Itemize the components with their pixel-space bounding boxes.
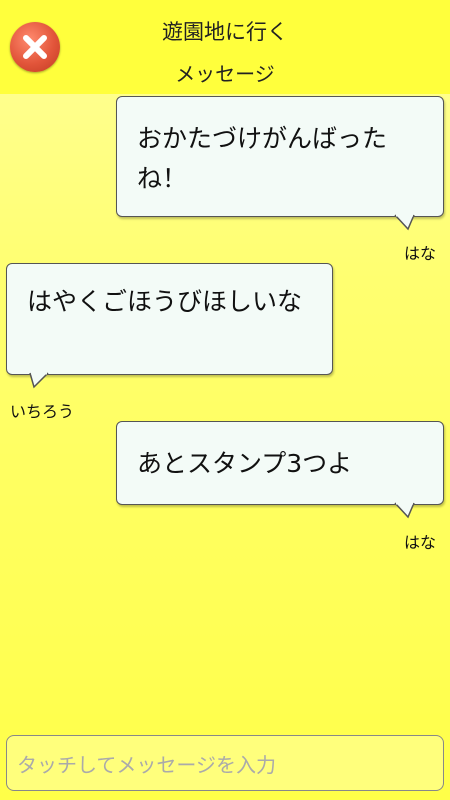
message-bubble[interactable]: あとスタンプ3つよ [116,421,444,505]
bubble-tail [394,502,415,519]
sender-name: いちろう [10,402,75,421]
message-bubble[interactable]: はやくごほうびほしいな [6,263,333,375]
close-button[interactable] [10,22,60,72]
page-subtitle: メッセージ [175,62,275,86]
message-text: あとスタンプ3つよ [137,449,353,478]
message-text: おかたづけがんばったね！ [137,124,388,193]
bubble-tail [394,214,415,231]
page-title: 遊園地に行く [162,20,288,44]
sender-name: はな [404,533,437,552]
close-icon [23,35,47,59]
message-input[interactable]: タッチしてメッセージを入力 [6,735,444,791]
message-text: はやくごほうびほしいな [27,287,303,316]
message-bubble[interactable]: おかたづけがんばったね！ [116,96,444,217]
bubble-tail [29,372,49,389]
header-bar: 遊園地に行く メッセージ [0,0,450,94]
input-placeholder: タッチしてメッセージを入力 [17,752,276,777]
sender-name: はな [404,244,437,263]
